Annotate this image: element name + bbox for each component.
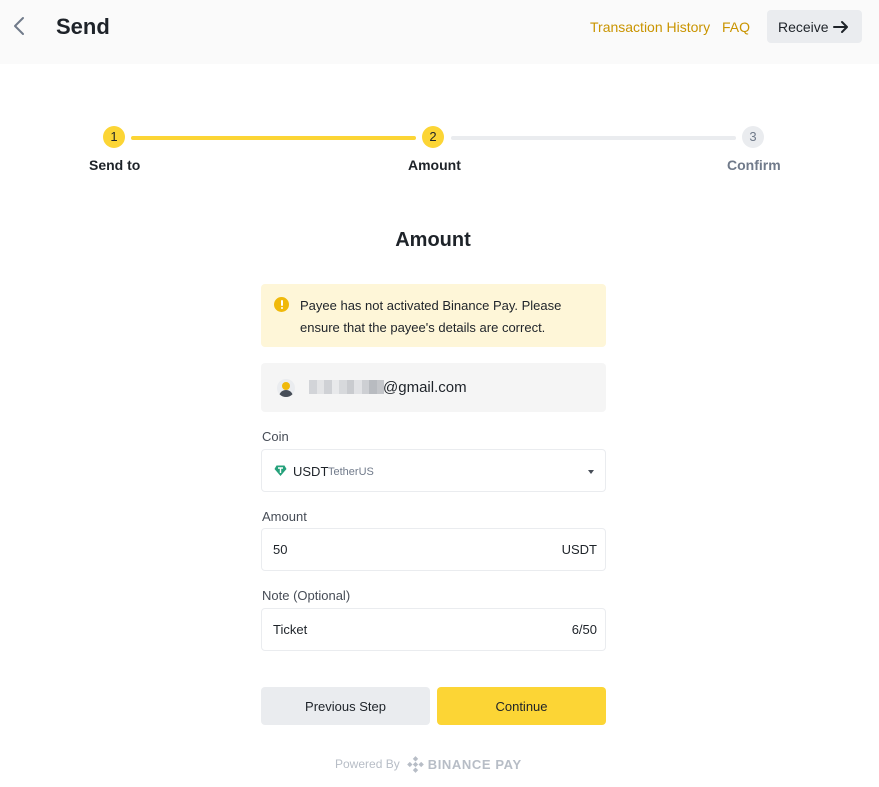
caret-down-icon bbox=[588, 470, 594, 474]
faq-link[interactable]: FAQ bbox=[722, 18, 750, 36]
top-bar: Send Transaction History FAQ Receive bbox=[0, 0, 879, 64]
step-connector-completed bbox=[131, 136, 416, 140]
warning-text: Payee has not activated Binance Pay. Ple… bbox=[300, 298, 562, 335]
powered-by-text: Powered By bbox=[335, 757, 400, 771]
step-connector-pending bbox=[451, 136, 736, 140]
tether-icon bbox=[274, 465, 287, 476]
note-char-counter: 6/50 bbox=[571, 622, 597, 637]
step-1-label: Send to bbox=[89, 157, 141, 173]
warning-banner: Payee has not activated Binance Pay. Ple… bbox=[261, 284, 606, 347]
note-label: Note (Optional) bbox=[262, 588, 351, 603]
powered-by-footer: Powered By BINANCE PAY bbox=[335, 755, 522, 773]
continue-button[interactable]: Continue bbox=[437, 687, 606, 725]
step-1-indicator: 1 bbox=[103, 126, 125, 148]
arrow-right-icon bbox=[833, 21, 848, 33]
exclamation-icon bbox=[274, 297, 289, 312]
coin-full-name: TetherUS bbox=[328, 466, 374, 478]
amount-field-wrapper: USDT bbox=[261, 528, 606, 571]
binance-logo-icon bbox=[406, 755, 424, 773]
amount-input[interactable] bbox=[273, 529, 533, 570]
step-3-indicator: 3 bbox=[742, 126, 764, 148]
progress-stepper: 1 2 3 Send to Amount Confirm bbox=[0, 124, 879, 184]
coin-select[interactable]: USDT TetherUS bbox=[261, 449, 606, 492]
redacted-email-prefix bbox=[309, 380, 384, 394]
note-input[interactable] bbox=[273, 609, 533, 650]
previous-step-button[interactable]: Previous Step bbox=[261, 687, 430, 725]
step-3-label: Confirm bbox=[727, 157, 781, 173]
coin-symbol: USDT bbox=[293, 464, 329, 479]
coin-label: Coin bbox=[262, 429, 289, 444]
user-avatar-icon bbox=[277, 379, 295, 397]
page-title: Send bbox=[56, 14, 110, 39]
amount-label: Amount bbox=[262, 509, 307, 524]
payee-email: @gmail.com bbox=[383, 379, 467, 396]
note-field-wrapper: 6/50 bbox=[261, 608, 606, 651]
binance-pay-wordmark: BINANCE PAY bbox=[427, 756, 522, 772]
section-heading: Amount bbox=[395, 229, 471, 251]
receive-button[interactable]: Receive bbox=[767, 10, 862, 43]
amount-unit: USDT bbox=[561, 542, 597, 557]
receive-label: Receive bbox=[778, 18, 829, 35]
step-2-label: Amount bbox=[408, 157, 461, 173]
chevron-left-icon[interactable] bbox=[8, 14, 32, 38]
transaction-history-link[interactable]: Transaction History bbox=[590, 18, 710, 36]
step-2-indicator: 2 bbox=[422, 126, 444, 148]
payee-card: @gmail.com bbox=[261, 363, 606, 412]
